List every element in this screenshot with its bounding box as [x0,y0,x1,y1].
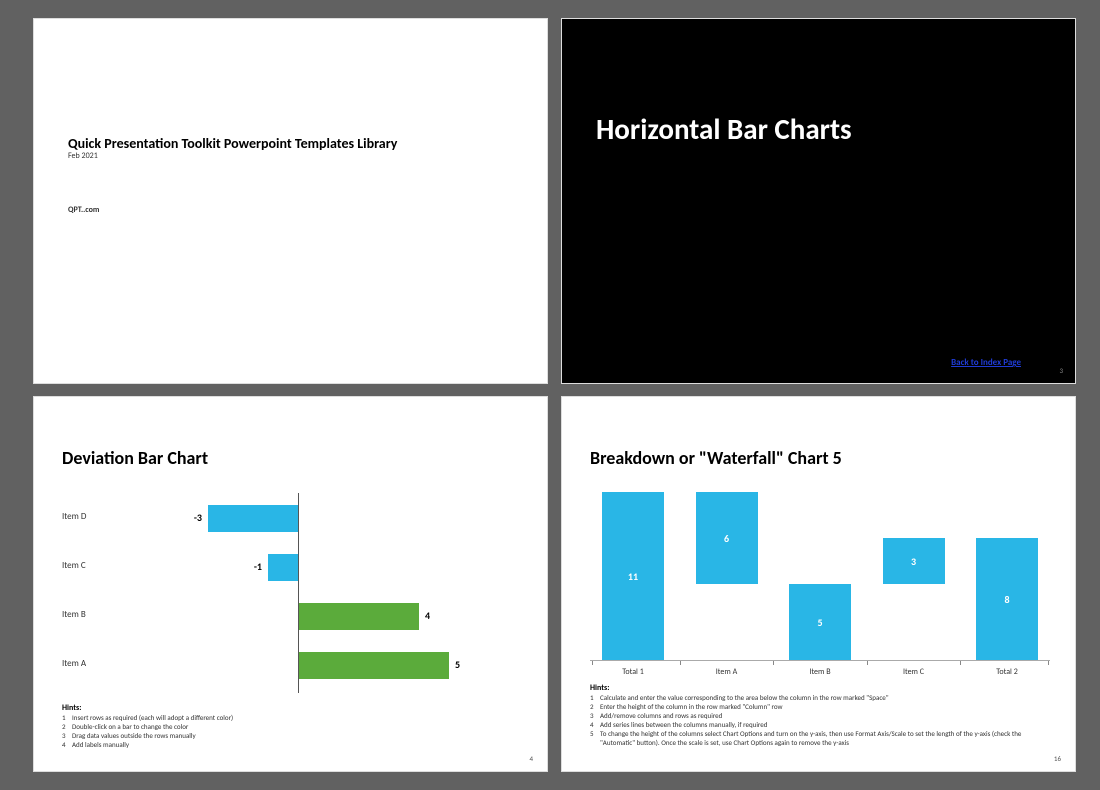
bar-value: 3 [883,555,945,568]
title-date: Feb 2021 [68,151,98,161]
waterfall-chart: 11Total 16Item A5Item B3Item C8Total 2 [590,491,1050,661]
title-site: QPT..com [68,205,99,215]
hint-item: 3Drag data values outside the rows manua… [62,731,233,740]
category-label: Total 2 [976,667,1038,677]
axis-tick [773,661,774,665]
hint-item: 5To change the height of the columns sel… [590,729,1047,747]
bar-value: -1 [254,560,262,573]
hint-number: 2 [590,702,600,711]
axis-tick [867,661,868,665]
waterfall-bar: 6 [696,492,758,584]
hint-item: 2Enter the height of the column in the r… [590,702,1047,711]
hints-list: 1Insert rows as required (each will adop… [62,713,233,749]
bar: -3 [208,505,298,532]
slide-title: Quick Presentation Toolkit Powerpoint Te… [33,18,548,384]
category-label: Item D [62,511,86,522]
hint-item: 1Insert rows as required (each will adop… [62,713,233,722]
back-to-index-link[interactable]: Back to Index Page [951,357,1021,368]
page-number: 4 [529,754,533,763]
hint-text: Add series lines between the columns man… [600,720,767,729]
waterfall-bar: 8 [976,538,1038,660]
bar-value: 11 [602,570,664,583]
hints-header: Hints: [590,683,609,693]
deviation-bar-chart: Item D -3 Item C -1 Item B 4 Item A 5 [62,493,522,693]
chart-title: Deviation Bar Chart [62,447,208,469]
hint-text: Drag data values outside the rows manual… [72,731,196,740]
hints-header: Hints: [62,703,81,713]
axis-tick [592,661,593,665]
chart-title: Breakdown or "Waterfall" Chart 5 [590,447,842,469]
bar-value: 4 [425,609,430,622]
hint-text: Add labels manually [72,740,129,749]
category-label: Item A [62,658,86,669]
bar-value: 5 [789,616,851,629]
hint-number: 1 [590,693,600,702]
chart-row: Item B 4 [62,603,522,630]
category-label: Item A [696,667,758,677]
category-label: Item B [62,609,86,620]
hint-text: To change the height of the columns sele… [600,729,1047,747]
hint-number: 3 [62,731,72,740]
x-axis-line [590,660,1050,661]
waterfall-bar: 3 [883,538,945,584]
hint-item: 4Add labels manually [62,740,233,749]
hint-text: Double-click on a bar to change the colo… [72,722,188,731]
title-text: Quick Presentation Toolkit Powerpoint Te… [68,135,397,152]
category-label: Item C [62,560,86,571]
page-number: 3 [1059,366,1063,375]
section-title: Horizontal Bar Charts [596,111,852,147]
bar: 4 [299,603,419,630]
bar-value: -3 [194,511,202,524]
page-number: 16 [1054,754,1061,763]
hint-number: 1 [62,713,72,722]
waterfall-bar: 11 [602,492,664,660]
hint-text: Insert rows as required (each will adopt… [72,713,233,722]
hint-number: 5 [590,729,600,747]
axis-tick [960,661,961,665]
hint-number: 3 [590,711,600,720]
axis-tick [1048,661,1049,665]
category-label: Item C [883,667,945,677]
hint-item: 2Double-click on a bar to change the col… [62,722,233,731]
bar-value: 5 [455,658,460,671]
slide-deviation-bar: Deviation Bar Chart Item D-3Item C-1Item… [33,396,548,772]
chart-row: Item A 5 [62,652,522,679]
category-label: Total 1 [602,667,664,677]
hint-text: Enter the height of the column in the ro… [600,702,783,711]
bar-value: 6 [696,532,758,545]
slide-section-header: Horizontal Bar Charts Back to Index Page… [561,18,1076,384]
chart-row: Item C -1 [62,554,522,581]
bar: 5 [299,652,449,679]
hint-text: Add/remove columns and rows as required [600,711,722,720]
axis-tick [680,661,681,665]
hint-number: 4 [62,740,72,749]
hint-number: 2 [62,722,72,731]
hint-item: 1Calculate and enter the value correspon… [590,693,1047,702]
category-label: Item B [789,667,851,677]
hint-item: 4Add series lines between the columns ma… [590,720,1047,729]
hint-item: 3Add/remove columns and rows as required [590,711,1047,720]
bar: -1 [268,554,298,581]
hints-list: 1Calculate and enter the value correspon… [590,693,1047,748]
hint-number: 4 [590,720,600,729]
waterfall-bar: 5 [789,584,851,660]
slide-waterfall: Breakdown or "Waterfall" Chart 5 11Total… [561,396,1076,772]
bar-value: 8 [976,593,1038,606]
chart-row: Item D -3 [62,505,522,532]
hint-text: Calculate and enter the value correspond… [600,693,889,702]
